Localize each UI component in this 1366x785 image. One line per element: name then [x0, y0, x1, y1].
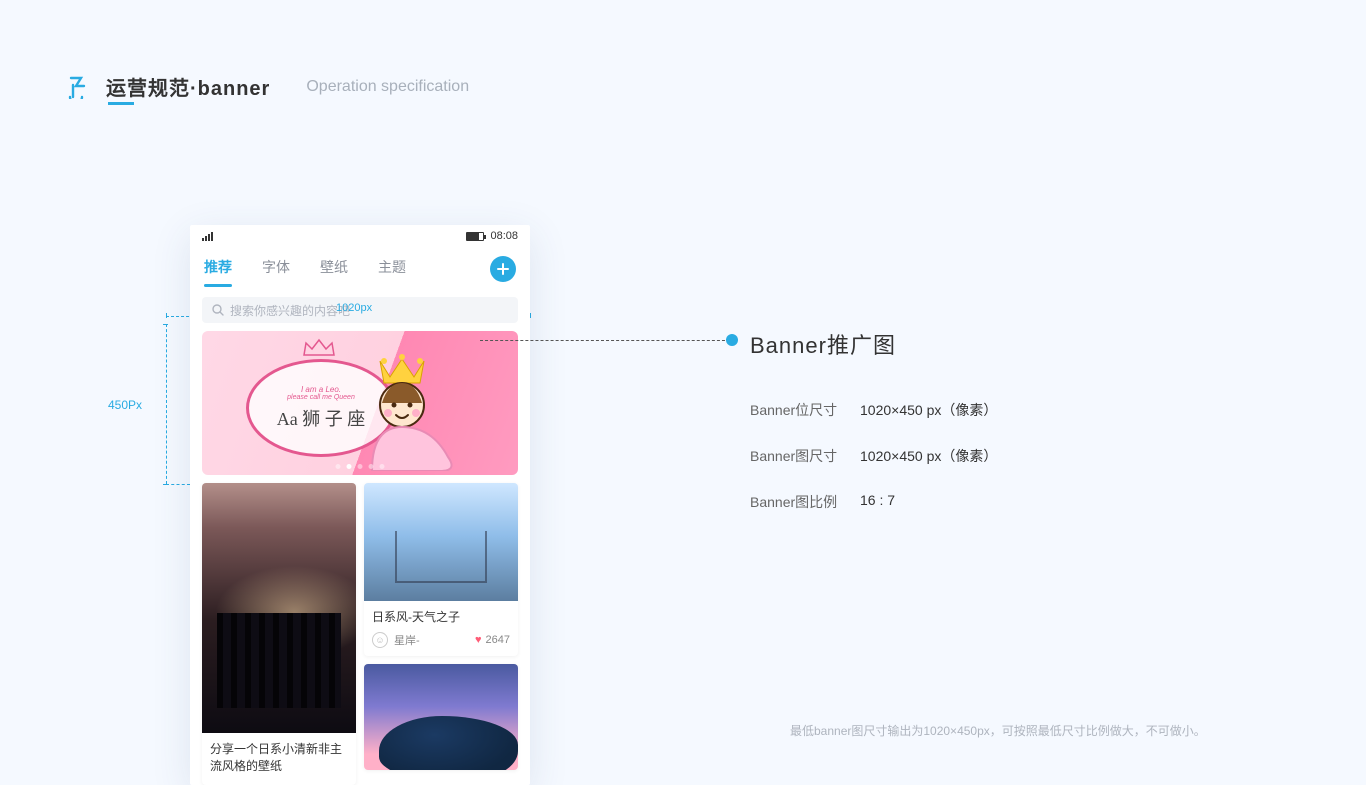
crown-outline-icon — [302, 337, 336, 357]
card-meta: ☺ 星岸- ♥ 2647 — [364, 628, 518, 656]
connector-line — [480, 340, 730, 341]
card-title: 日系风-天气之子 — [364, 601, 518, 628]
spec-value: 1020×450 px（像素） — [860, 446, 997, 466]
connector-dot-icon — [726, 334, 738, 346]
spec-row: Banner图尺寸 1020×450 px（像素） — [750, 446, 997, 466]
feed-card-r2[interactable] — [364, 664, 518, 770]
search-input[interactable]: 搜索你感兴趣的内容吧 — [202, 297, 518, 323]
spec-panel: Banner推广图 Banner位尺寸 1020×450 px（像素） Bann… — [750, 328, 997, 512]
tab-recommend[interactable]: 推荐 — [204, 257, 232, 281]
banner-line2: please call me Queen — [287, 394, 355, 401]
banner-pagination — [336, 464, 385, 469]
princess-icon — [350, 353, 470, 471]
battery-icon — [466, 232, 484, 241]
tab-fonts[interactable]: 字体 — [262, 257, 290, 281]
page-title-cn: 运营规范·banner — [106, 72, 270, 101]
status-time: 08:08 — [490, 230, 518, 242]
guide-bottom-stub — [166, 484, 190, 485]
feed-card-left[interactable]: 分享一个日系小清新非主流风格的壁纸 — [202, 483, 356, 785]
spec-row: Banner位尺寸 1020×450 px（像素） — [750, 400, 997, 420]
top-tabs: 推荐 字体 壁纸 主题 — [190, 247, 530, 291]
add-button[interactable] — [490, 256, 516, 282]
spec-label: Banner位尺寸 — [750, 400, 860, 420]
avatar-icon: ☺ — [372, 632, 388, 648]
brand-logo-icon — [66, 75, 90, 99]
tab-theme[interactable]: 主题 — [378, 257, 406, 281]
card-image — [364, 664, 518, 770]
card-likes: 2647 — [486, 634, 510, 646]
spec-label: Banner图比例 — [750, 492, 860, 512]
search-icon — [212, 304, 224, 316]
phone-mock: 08:08 推荐 字体 壁纸 主题 搜索你感兴趣的内容吧 I am a Leo.… — [190, 225, 530, 785]
heart-icon: ♥ — [475, 634, 482, 646]
plus-icon — [496, 262, 510, 276]
feed: 分享一个日系小清新非主流风格的壁纸 日系风-天气之子 ☺ 星岸- ♥ 2647 — [190, 475, 530, 785]
card-image — [202, 483, 356, 733]
tick — [530, 313, 531, 318]
tick — [166, 313, 167, 318]
card-image — [364, 483, 518, 601]
spec-row: Banner图比例 16 : 7 — [750, 492, 997, 512]
tab-wallpaper[interactable]: 壁纸 — [320, 257, 348, 281]
tick — [163, 324, 168, 325]
spec-value: 16 : 7 — [860, 492, 895, 512]
title-underline — [108, 102, 134, 105]
feed-card-r1[interactable]: 日系风-天气之子 ☺ 星岸- ♥ 2647 — [364, 483, 518, 656]
guide-left — [166, 324, 167, 484]
signal-icon — [202, 231, 213, 241]
statusbar: 08:08 — [190, 225, 530, 247]
card-user: 星岸- — [394, 632, 420, 648]
spec-value: 1020×450 px（像素） — [860, 400, 997, 420]
spec-heading: Banner推广图 — [750, 328, 997, 360]
spec-label: Banner图尺寸 — [750, 446, 860, 466]
search-placeholder: 搜索你感兴趣的内容吧 — [230, 302, 350, 319]
page-header: 运营规范·banner Operation specification — [66, 72, 469, 101]
banner-line1: I am a Leo. — [301, 385, 341, 394]
page-title-en: Operation specification — [306, 78, 469, 96]
dim-height-label: 450Px — [108, 398, 142, 412]
banner-promo[interactable]: I am a Leo. please call me Queen Aa 狮 子 … — [202, 331, 518, 475]
footnote: 最低banner图尺寸输出为1020×450px，可按照最低尺寸比例做大，不可做… — [790, 722, 1206, 739]
card-title: 分享一个日系小清新非主流风格的壁纸 — [202, 733, 356, 785]
